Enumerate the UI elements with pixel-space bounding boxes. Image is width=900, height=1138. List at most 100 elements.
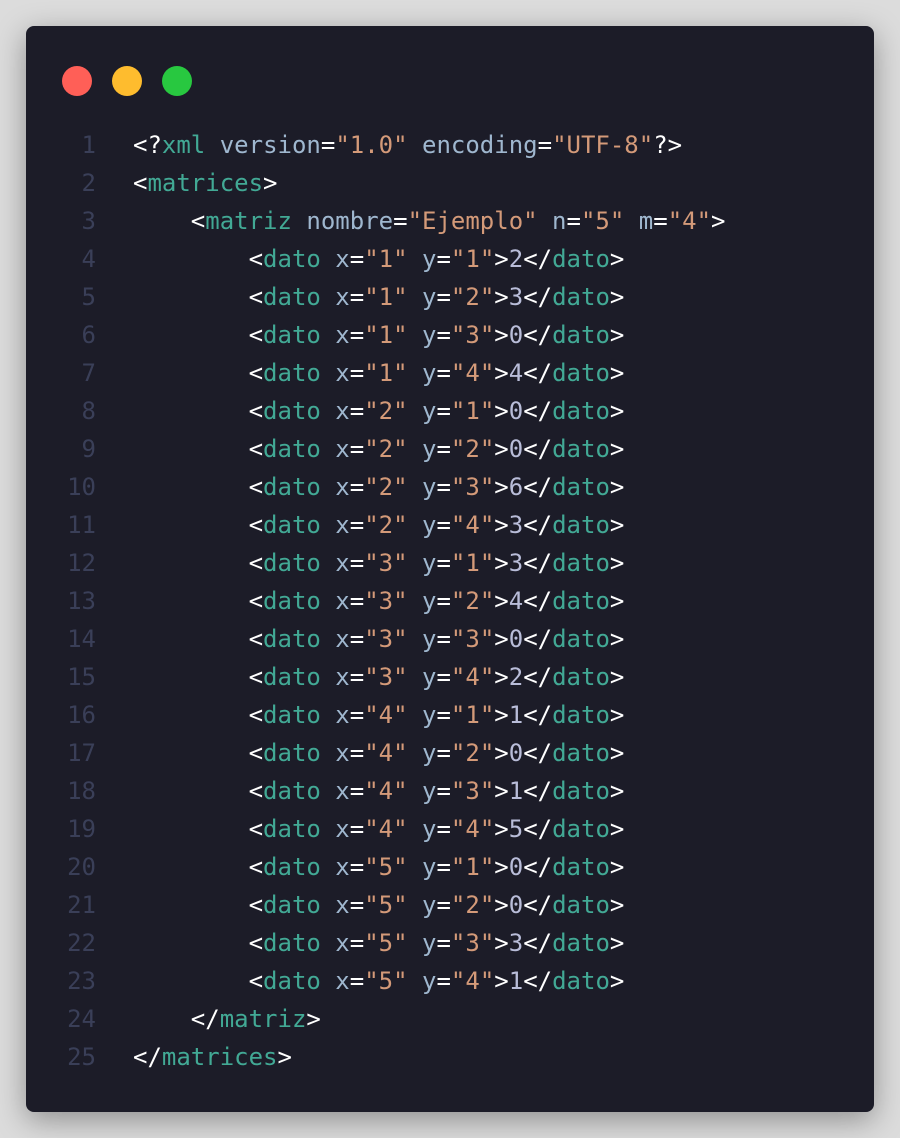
code-token-tag-name: dato: [263, 891, 321, 919]
line-number: 12: [67, 549, 96, 577]
code-token-tag-name: dato: [552, 777, 610, 805]
code-token-punctuation: </: [523, 967, 553, 995]
code-token-punctuation: =: [436, 701, 451, 729]
code-token-attribute-name: x: [320, 435, 350, 463]
code-token-tag-name: dato: [552, 473, 610, 501]
code-token-attribute-value: "3": [450, 321, 495, 349]
code-token-punctuation: <: [133, 739, 264, 767]
code-token-punctuation: =: [436, 511, 451, 539]
code-token-attribute-name: encoding: [407, 131, 538, 159]
line-text: <dato x="2" y="1">0</dato>: [133, 392, 625, 430]
code-token-attribute-value: "3": [364, 587, 408, 615]
code-token-punctuation: =: [436, 891, 451, 919]
code-token-attribute-name: nombre: [291, 207, 394, 235]
line-text: </matriz>: [133, 1000, 321, 1038]
line-number: 21: [67, 891, 96, 919]
code-token-punctuation: >: [494, 359, 509, 387]
code-token-tag-name: dato: [552, 663, 610, 691]
code-token-attribute-value: "1": [450, 245, 495, 273]
code-token-attribute-name: y: [407, 777, 437, 805]
code-token-tag-name: dato: [263, 435, 321, 463]
code-token-attribute-value: "2": [450, 283, 495, 311]
close-dot[interactable]: [62, 66, 92, 96]
code-token-attribute-value: "3": [364, 549, 408, 577]
code-token-punctuation: >: [609, 359, 625, 387]
code-token-punctuation: >: [711, 207, 726, 235]
code-token-punctuation: >: [609, 283, 625, 311]
line-text: <dato x="1" y="2">3</dato>: [133, 278, 625, 316]
code-token-punctuation: >: [494, 739, 509, 767]
code-token-punctuation: >: [494, 397, 509, 425]
code-token-punctuation: </: [523, 777, 553, 805]
code-token-attribute-value: "2": [364, 435, 408, 463]
code-line: 20 <dato x="5" y="1">0</dato>: [26, 848, 874, 886]
line-number: 3: [81, 207, 96, 235]
code-token-text-content: 5: [508, 815, 524, 843]
code-token-attribute-name: x: [320, 625, 350, 653]
code-token-attribute-name: x: [320, 549, 350, 577]
line-number: 18: [67, 777, 96, 805]
code-token-punctuation: >: [609, 891, 625, 919]
line-number: 4: [81, 245, 96, 273]
code-token-punctuation: <: [133, 549, 264, 577]
code-token-tag-name: dato: [263, 739, 321, 767]
code-line: 14 <dato x="3" y="3">0</dato>: [26, 620, 874, 658]
line-text: <dato x="3" y="4">2</dato>: [133, 658, 625, 696]
code-token-attribute-name: x: [320, 511, 350, 539]
code-token-punctuation: =: [537, 131, 553, 159]
code-token-punctuation: =: [349, 929, 365, 957]
code-token-attribute-name: x: [320, 321, 350, 349]
code-token-punctuation: >: [494, 435, 509, 463]
code-token-punctuation: =: [436, 245, 451, 273]
code-token-attribute-name: y: [407, 473, 437, 501]
code-token-attribute-value: "5": [364, 967, 408, 995]
code-token-punctuation: =: [436, 625, 451, 653]
code-token-punctuation: </: [523, 663, 553, 691]
code-token-attribute-value: "3": [450, 625, 495, 653]
code-token-punctuation: <: [133, 435, 264, 463]
code-token-punctuation: <: [133, 359, 264, 387]
code-token-tag-name: dato: [263, 853, 321, 881]
code-token-punctuation: =: [349, 245, 365, 273]
code-token-punctuation: >: [494, 245, 509, 273]
code-token-attribute-name: x: [320, 853, 350, 881]
code-token-attribute-value: "3": [450, 777, 495, 805]
code-token-punctuation: =: [436, 397, 451, 425]
code-token-punctuation: >: [609, 815, 625, 843]
code-token-punctuation: >: [609, 777, 625, 805]
code-token-tag-name: dato: [552, 739, 610, 767]
line-number: 6: [81, 321, 96, 349]
code-line: 18 <dato x="4" y="3">1</dato>: [26, 772, 874, 810]
code-token-attribute-value: "4": [364, 815, 408, 843]
code-token-punctuation: >: [494, 625, 509, 653]
minimize-dot[interactable]: [112, 66, 142, 96]
code-token-punctuation: </: [523, 321, 553, 349]
code-token-attribute-name: y: [407, 359, 437, 387]
code-token-tag-name: dato: [552, 587, 610, 615]
code-token-text-content: 4: [508, 587, 524, 615]
code-token-punctuation: =: [436, 473, 451, 501]
code-token-punctuation: <: [133, 777, 264, 805]
line-text: <?xml version="1.0" encoding="UTF-8"?>: [133, 126, 682, 164]
code-token-attribute-value: "5": [364, 853, 408, 881]
line-text: </matrices>: [133, 1038, 292, 1076]
code-token-attribute-name: x: [320, 587, 350, 615]
code-token-attribute-value: "5": [364, 929, 408, 957]
code-token-punctuation: ?>: [653, 131, 683, 159]
maximize-dot[interactable]: [162, 66, 192, 96]
code-line: 11 <dato x="2" y="4">3</dato>: [26, 506, 874, 544]
code-token-attribute-value: "2": [450, 587, 495, 615]
line-number: 8: [81, 397, 96, 425]
code-token-punctuation: >: [494, 891, 509, 919]
code-token-punctuation: =: [349, 777, 365, 805]
code-token-punctuation: =: [436, 739, 451, 767]
code-token-punctuation: </: [133, 1043, 162, 1071]
code-token-tag-name: dato: [263, 549, 321, 577]
line-text: <dato x="4" y="3">1</dato>: [133, 772, 625, 810]
code-token-tag-name: dato: [263, 245, 321, 273]
code-token-punctuation: >: [609, 929, 625, 957]
code-token-attribute-value: "4": [364, 701, 408, 729]
code-token-punctuation: =: [349, 283, 365, 311]
code-token-punctuation: >: [609, 473, 625, 501]
code-token-punctuation: </: [523, 473, 553, 501]
